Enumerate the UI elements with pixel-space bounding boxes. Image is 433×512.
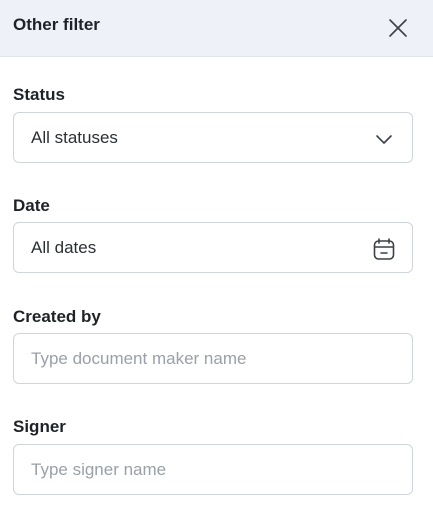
status-select-value: All statuses [31, 128, 118, 147]
signer-label: Signer [13, 417, 66, 436]
close-icon [389, 19, 407, 37]
panel-header: Other filter [0, 0, 433, 57]
signer-field [13, 444, 413, 495]
chevron-down-icon [372, 127, 396, 151]
calendar-icon[interactable] [372, 237, 396, 261]
created-by-label: Created by [13, 307, 101, 326]
created-by-field [13, 333, 413, 384]
date-label: Date [13, 196, 50, 215]
panel-title: Other filter [13, 15, 100, 34]
other-filter-panel: Other filter Status All statuses Date Al… [0, 0, 433, 512]
close-button[interactable] [386, 16, 410, 40]
created-by-input[interactable] [14, 334, 412, 383]
signer-input[interactable] [14, 445, 412, 494]
date-picker[interactable]: All dates [13, 222, 413, 273]
status-select[interactable]: All statuses [13, 112, 413, 163]
status-label: Status [13, 85, 65, 104]
date-picker-value: All dates [31, 238, 97, 257]
